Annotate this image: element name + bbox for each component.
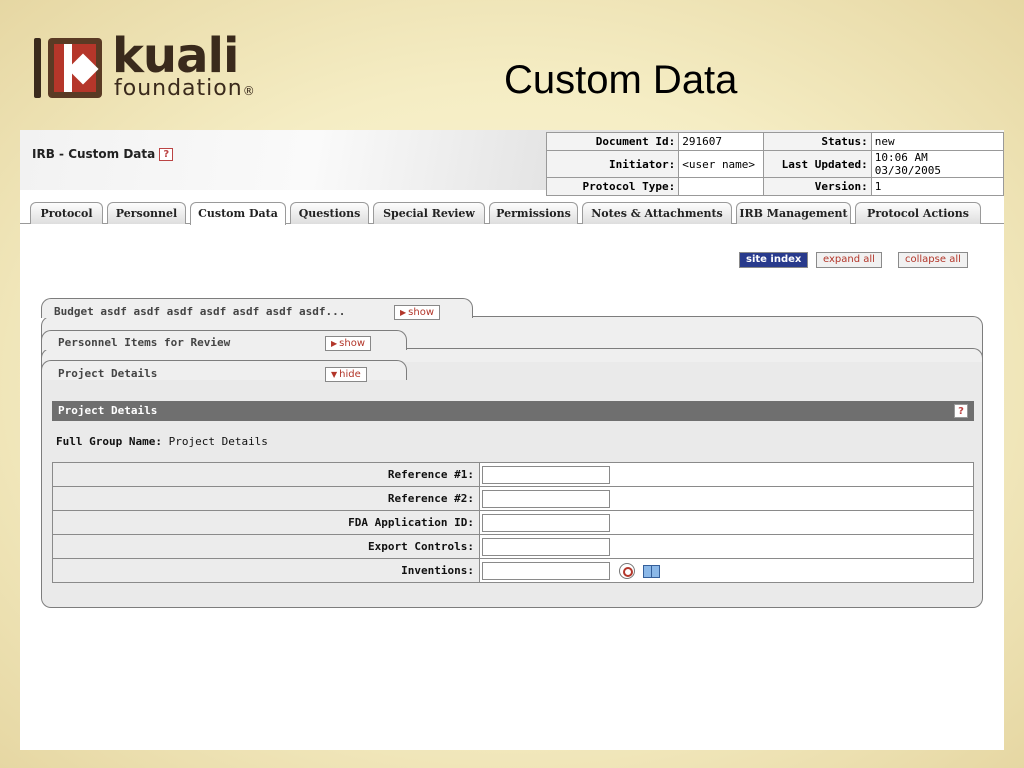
last-updated-value: 10:06 AM 03/30/2005 bbox=[870, 150, 1005, 178]
site-index-button[interactable]: site index bbox=[739, 252, 809, 268]
tab-irb-management[interactable]: IRB Management bbox=[736, 202, 851, 224]
book-icon[interactable] bbox=[643, 564, 661, 578]
logo-bar bbox=[34, 38, 41, 98]
kuali-k-icon bbox=[48, 38, 102, 98]
budget-show-toggle[interactable]: ▶ show bbox=[394, 305, 441, 320]
caret-down-icon: ▼ bbox=[331, 370, 338, 379]
help-icon[interactable]: ? bbox=[159, 148, 174, 161]
tab-personnel[interactable]: Personnel bbox=[107, 202, 186, 224]
inventions-label: Inventions: bbox=[52, 558, 480, 583]
form-row: Inventions: bbox=[52, 558, 974, 583]
panel-title-personnel-items: Personnel Items for Review bbox=[58, 336, 231, 349]
document-title: IRB - Custom Data? bbox=[32, 147, 174, 161]
form-row: Reference #1: bbox=[52, 462, 974, 487]
kuali-foundation-logo: kuali foundation® bbox=[34, 28, 294, 104]
magnifier-icon[interactable] bbox=[619, 563, 636, 580]
personnel-items-show-toggle[interactable]: ▶ show bbox=[325, 336, 372, 351]
tab-protocol-actions[interactable]: Protocol Actions bbox=[855, 202, 981, 224]
status-label: Status: bbox=[763, 132, 872, 151]
expand-all-button[interactable]: expand all bbox=[816, 252, 882, 268]
slide-title: Custom Data bbox=[504, 58, 738, 102]
protocol-type-label: Protocol Type: bbox=[545, 177, 680, 196]
initiator-value: <user name> bbox=[678, 150, 765, 178]
document-id-label: Document Id: bbox=[545, 132, 680, 151]
reference-2-input[interactable] bbox=[482, 490, 610, 509]
panel-title-budget: Budget asdf asdf asdf asdf asdf asdf asd… bbox=[54, 305, 346, 318]
panel-title-project-details: Project Details bbox=[58, 367, 158, 380]
reference-1-input[interactable] bbox=[482, 466, 610, 485]
initiator-label: Initiator: bbox=[545, 150, 680, 178]
logo-subtitle: foundation® bbox=[114, 76, 256, 101]
tab-questions[interactable]: Questions bbox=[290, 202, 369, 224]
section-header-project-details: Project Details ? bbox=[52, 401, 974, 421]
document-header: IRB - Custom Data? Document Id: 291607 S… bbox=[20, 130, 1005, 196]
custom-data-form: Reference #1: Reference #2: FDA Applicat… bbox=[52, 462, 974, 583]
status-value: new bbox=[870, 132, 1005, 151]
tab-custom-data[interactable]: Custom Data bbox=[190, 202, 286, 225]
version-value: 1 bbox=[870, 177, 1005, 196]
full-group-name: Full Group Name: Project Details bbox=[56, 435, 268, 448]
full-group-value: Project Details bbox=[168, 435, 268, 448]
reference-1-label: Reference #1: bbox=[52, 462, 480, 487]
tab-permissions[interactable]: Permissions bbox=[489, 202, 578, 224]
caret-right-icon: ▶ bbox=[400, 308, 407, 317]
form-row: Reference #2: bbox=[52, 486, 974, 511]
protocol-type-value bbox=[678, 177, 765, 196]
full-group-label: Full Group Name: bbox=[56, 435, 162, 448]
section-title: Project Details bbox=[58, 404, 158, 417]
fda-application-id-label: FDA Application ID: bbox=[52, 510, 480, 535]
document-tabs: Protocol Personnel Custom Data Questions… bbox=[20, 202, 1004, 225]
document-info-table: Document Id: 291607 Status: new Initiato… bbox=[545, 132, 1005, 196]
tab-special-review[interactable]: Special Review bbox=[373, 202, 485, 224]
form-row: Export Controls: bbox=[52, 534, 974, 559]
tab-notes-attachments[interactable]: Notes & Attachments bbox=[582, 202, 732, 224]
form-row: FDA Application ID: bbox=[52, 510, 974, 535]
fda-application-id-input[interactable] bbox=[482, 514, 610, 533]
reference-2-label: Reference #2: bbox=[52, 486, 480, 511]
version-label: Version: bbox=[763, 177, 872, 196]
kuali-screen: IRB - Custom Data? Document Id: 291607 S… bbox=[20, 130, 1005, 750]
collapse-all-button[interactable]: collapse all bbox=[898, 252, 968, 268]
section-help-icon[interactable]: ? bbox=[954, 404, 968, 418]
project-details-hide-toggle[interactable]: ▼ hide bbox=[325, 367, 367, 382]
caret-right-icon: ▶ bbox=[331, 339, 338, 348]
inventions-input[interactable] bbox=[482, 562, 610, 581]
export-controls-label: Export Controls: bbox=[52, 534, 480, 559]
tab-protocol[interactable]: Protocol bbox=[30, 202, 103, 224]
document-id-value: 291607 bbox=[678, 132, 765, 151]
last-updated-label: Last Updated: bbox=[763, 150, 872, 178]
export-controls-input[interactable] bbox=[482, 538, 610, 557]
